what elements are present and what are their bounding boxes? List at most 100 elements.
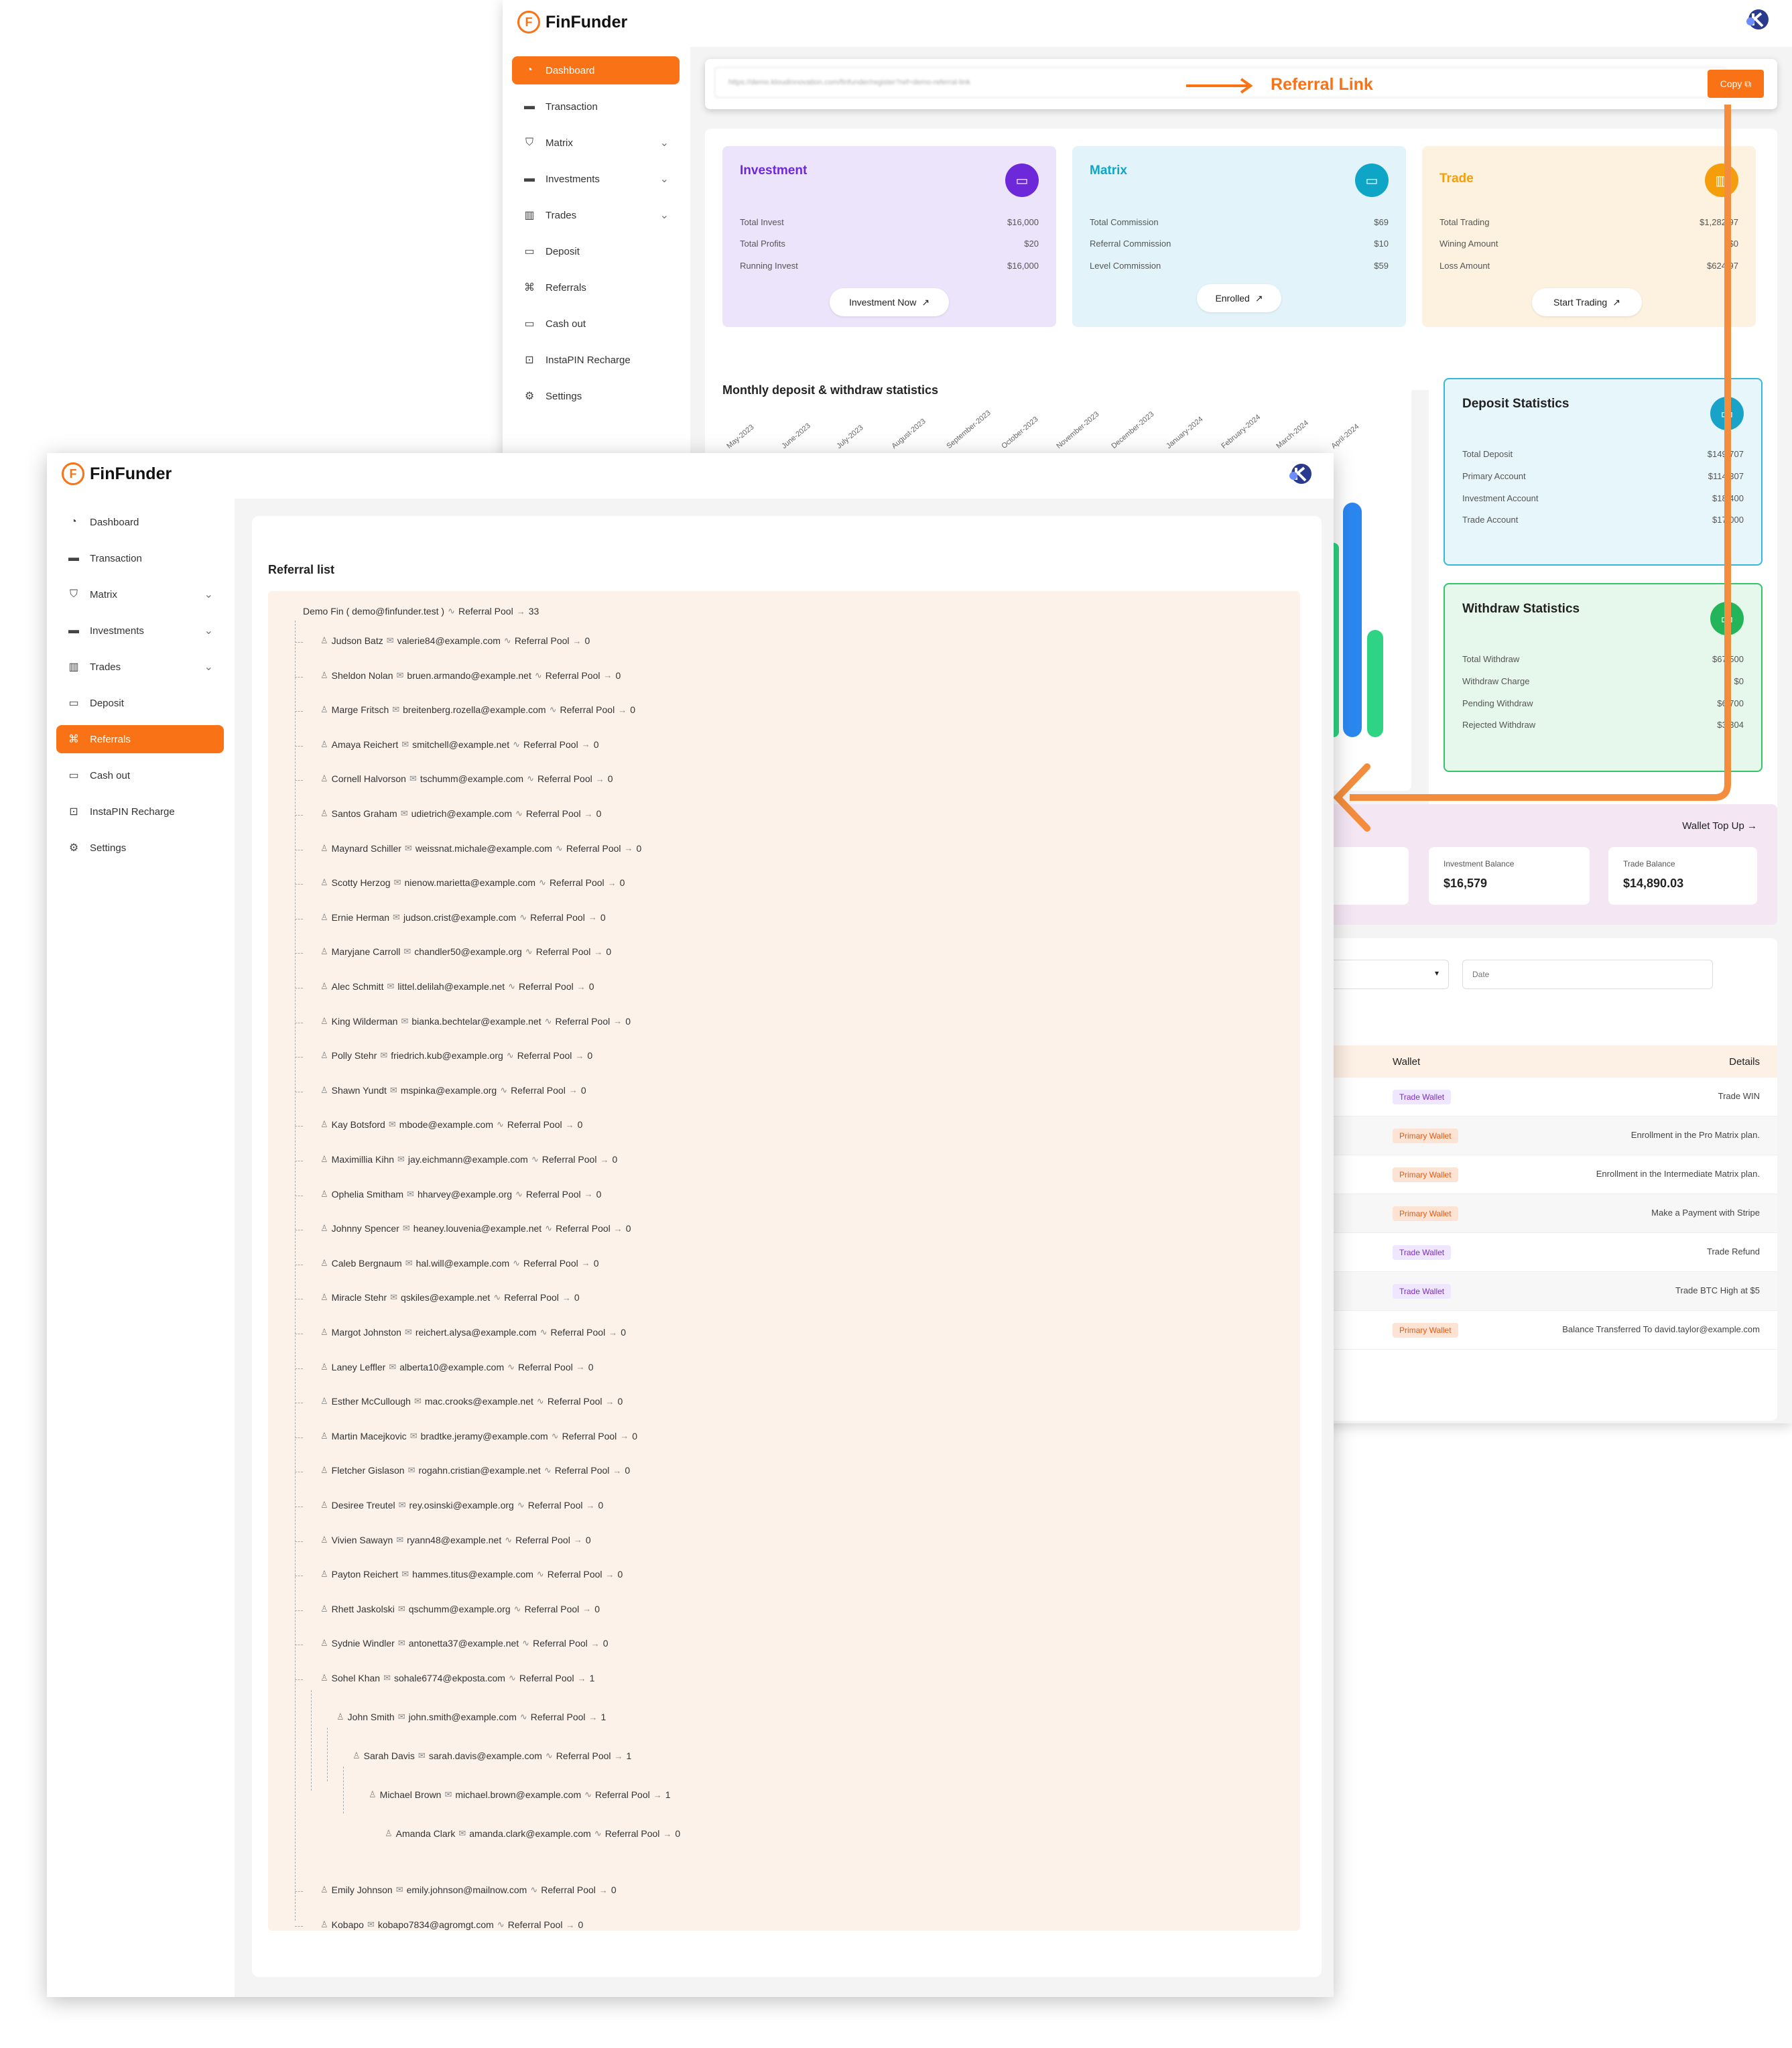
referral-node[interactable]: ♙ Polly Stehr ✉ friedrich.kub@example.org ∿ R… [320, 1050, 592, 1061]
referral-node[interactable]: ♙ Amanda Clark ✉ amanda.clark@example.com ∿ R… [385, 1828, 680, 1839]
mail-icon: ✉ [380, 1050, 388, 1061]
row-value: $0 [1734, 676, 1744, 686]
referral-node[interactable]: ♙ Michael Brown ✉ michael.brown@example.com… [369, 1789, 671, 1800]
row-value: $149,707 [1707, 449, 1744, 459]
sidebar-item-trades[interactable]: ▥ Trades ⌄ [512, 201, 680, 229]
referral-node[interactable]: ♙ Alec Schmitt ✉ littel.delilah@example.net… [320, 981, 594, 992]
mail-icon: ✉ [398, 1500, 406, 1510]
deposit-icon: ▭ [68, 698, 79, 709]
arrow-right-icon: → [565, 1119, 574, 1130]
referral-node[interactable]: ♙ Johnny Spencer ✉ heaney.louvenia@example.… [320, 1223, 631, 1234]
pool-label: Referral Pool [458, 606, 513, 617]
referral-node[interactable]: ♙ Ophelia Smitham ✉ hharvey@example.org ∿ Ref… [320, 1189, 601, 1200]
row-value: $10 [1374, 239, 1389, 249]
sidebar-item-deposit[interactable]: ▭ Deposit [56, 689, 224, 717]
mail-icon: ✉ [401, 739, 409, 749]
user-icon: ♙ [320, 1327, 328, 1337]
referral-node[interactable]: ♙ Cornell Halvorson ✉ tschumm@example.com ∿ R… [320, 773, 613, 784]
referral-node[interactable]: ♙ Marge Fritsch ✉ breitenberg.rozella@examp… [320, 704, 635, 715]
referral-node[interactable]: ♙ Scotty Herzog ✉ nienow.marietta@example.c… [320, 877, 625, 888]
brand-logo[interactable]: F FinFunder [62, 462, 172, 485]
tree-branch [295, 884, 303, 885]
sidebar-item-matrix[interactable]: ⛉ Matrix ⌄ [56, 580, 224, 609]
pool-count: 1 [589, 1673, 595, 1683]
sidebar-item-referrals[interactable]: ⌘ Referrals [512, 273, 680, 302]
deposit-icon: ▭ [1710, 397, 1744, 430]
sidebar-item-dashboard[interactable]: ◔ Dashboard [512, 56, 680, 84]
referral-node[interactable]: ♙ John Smith ✉ john.smith@example.com ∿ Refer… [336, 1712, 606, 1722]
user-avatar-icon[interactable] [1287, 462, 1314, 485]
referral-node[interactable]: ♙ Miracle Stehr ✉ qskiles@example.net ∿ Refer… [320, 1292, 580, 1303]
sidebar-item-dashboard[interactable]: ◔ Dashboard [56, 508, 224, 536]
date-input[interactable] [1462, 960, 1713, 989]
referral-node[interactable]: ♙ Kobapo ✉ kobapo7834@agromgt.com ∿ Referral … [320, 1919, 583, 1930]
referral-node[interactable]: ♙ Payton Reichert ✉ hammes.titus@example.co… [320, 1569, 623, 1580]
referral-node[interactable]: ♙ Amaya Reichert ✉ smitchell@example.net ∿ Re… [320, 739, 599, 750]
copy-button[interactable]: Copy ⧉ [1708, 70, 1764, 98]
month-tick-label: February-2024 [1220, 413, 1263, 450]
pool-count: 0 [598, 1500, 604, 1511]
sidebar-item-trades[interactable]: ▥ Trades ⌄ [56, 653, 224, 681]
mail-icon: ✉ [404, 1327, 412, 1337]
pool-count: 0 [619, 877, 625, 889]
activity-icon: ∿ [551, 1430, 559, 1441]
referral-node[interactable]: ♙ Sheldon Nolan ✉ bruen.armando@example.net… [320, 670, 621, 681]
trade-balance-box: Trade Balance $14,890.03 [1608, 847, 1757, 905]
wallet-badge: Primary Wallet [1393, 1129, 1458, 1143]
chevron-down-icon: ⌄ [659, 210, 669, 221]
sidebar-item-instapin-recharge[interactable]: ⊡ InstaPIN Recharge [512, 346, 680, 374]
sidebar-item-referrals[interactable]: ⌘ Referrals [56, 725, 224, 753]
referral-node[interactable]: ♙ Laney Leffler ✉ alberta10@example.com ∿ Ref… [320, 1362, 594, 1372]
sidebar-item-settings[interactable]: ⚙ Settings [56, 834, 224, 862]
referral-node[interactable]: ♙ Judson Batz ✉ valerie84@example.com ∿ Refer… [320, 635, 590, 646]
sidebar-item-settings[interactable]: ⚙ Settings [512, 382, 680, 410]
sidebar-item-matrix[interactable]: ⛉ Matrix ⌄ [512, 129, 680, 157]
sidebar-item-instapin-recharge[interactable]: ⊡ InstaPIN Recharge [56, 797, 224, 826]
row-label: Total Trading [1439, 217, 1490, 227]
user-avatar-icon[interactable] [1744, 8, 1771, 31]
sidebar-item-transaction[interactable]: ▬ Transaction [56, 544, 224, 572]
investment-now-button[interactable]: Investment Now ↗ [830, 288, 949, 316]
referral-node[interactable]: ♙ Sohel Khan ✉ sohale6774@ekposta.com ∿ Refer… [320, 1673, 594, 1683]
sidebar-item-transaction[interactable]: ▬ Transaction [512, 92, 680, 121]
referral-url[interactable]: https://demo.kloudinnovation.com/finfund… [714, 67, 1726, 98]
referral-node[interactable]: ♙ Kay Botsford ✉ mbode@example.com ∿ Referral… [320, 1119, 582, 1130]
sidebar-item-investments[interactable]: ▬ Investments ⌄ [56, 617, 224, 645]
referral-node[interactable]: ♙ Margot Johnston ✉ reichert.alysa@example.… [320, 1327, 626, 1338]
pool-label: Referral Pool [533, 1638, 588, 1649]
referral-node[interactable]: ♙ Esther McCullough ✉ mac.crooks@example.ne… [320, 1396, 623, 1407]
referral-node[interactable]: ♙ Martin Macejkovic ✉ bradtke.jeramy@exampl… [320, 1431, 637, 1442]
sidebar-item-cash-out[interactable]: ▭ Cash out [56, 761, 224, 789]
sidebar-item-investments[interactable]: ▬ Investments ⌄ [512, 165, 680, 193]
referral-node[interactable]: ♙ Maryjane Carroll ✉ chandler50@example.org… [320, 946, 611, 957]
page-title: Referral list [268, 563, 335, 576]
sidebar-item-deposit[interactable]: ▭ Deposit [512, 237, 680, 265]
referral-node[interactable]: ♙ Shawn Yundt ✉ mspinka@example.org ∿ Referra… [320, 1085, 586, 1096]
referral-node[interactable]: ♙ Sarah Davis ✉ sarah.davis@example.com ∿ Ref… [353, 1750, 631, 1761]
sidebar-item-cash-out[interactable]: ▭ Cash out [512, 310, 680, 338]
referral-node[interactable]: ♙ Caleb Bergnaum ✉ hal.will@example.com ∿ Ref… [320, 1258, 599, 1269]
brand-logo[interactable]: F FinFunder [517, 11, 627, 34]
referral-node[interactable]: ♙ Sydnie Windler ✉ antonetta37@example.net ∿… [320, 1638, 609, 1649]
referral-node[interactable]: ♙ Maximillia Kihn ✉ jay.eichmann@example.co… [320, 1154, 617, 1165]
start-trading-button[interactable]: Start Trading ↗ [1532, 288, 1642, 316]
mail-icon: ✉ [413, 1396, 422, 1407]
referral-node[interactable]: ♙ Rhett Jaskolski ✉ qschumm@example.org ∿ Ref… [320, 1604, 600, 1614]
referral-node[interactable]: ♙ Santos Graham ✉ udietrich@example.com ∿ Ref… [320, 808, 601, 819]
pool-label: Referral Pool [514, 635, 570, 646]
referral-node[interactable]: ♙ Maynard Schiller ✉ weissnat.michale@examp… [320, 843, 641, 854]
referral-node[interactable]: ♙ Fletcher Gislason ✉ rogahn.cristian@examp… [320, 1465, 630, 1476]
tree-branch [295, 1541, 303, 1542]
sidebar-item-label: InstaPIN Recharge [90, 806, 175, 818]
referral-node[interactable]: ♙ Ernie Herman ✉ judson.crist@example.com ∿ R… [320, 912, 606, 923]
month-tick-label: November-2023 [1055, 410, 1101, 450]
activity-icon: ∿ [539, 877, 546, 888]
chevron-down-icon: ▾ [1434, 968, 1439, 978]
copy-label: Copy [1720, 78, 1742, 89]
referral-node[interactable]: ♙ Desiree Treutel ✉ rey.osinski@example.org… [320, 1500, 603, 1511]
referral-node[interactable]: ♙ King Wilderman ✉ bianka.bechtelar@example… [320, 1016, 631, 1027]
referral-node[interactable]: ♙ Emily Johnson ✉ emily.johnson@mailnow.com… [320, 1884, 617, 1895]
wallet-topup-link[interactable]: Wallet Top Up → [1682, 820, 1757, 832]
enrolled-button[interactable]: Enrolled ↗ [1197, 284, 1281, 312]
referral-node[interactable]: ♙ Vivien Sawayn ✉ ryann48@example.net ∿ Refer… [320, 1535, 591, 1545]
